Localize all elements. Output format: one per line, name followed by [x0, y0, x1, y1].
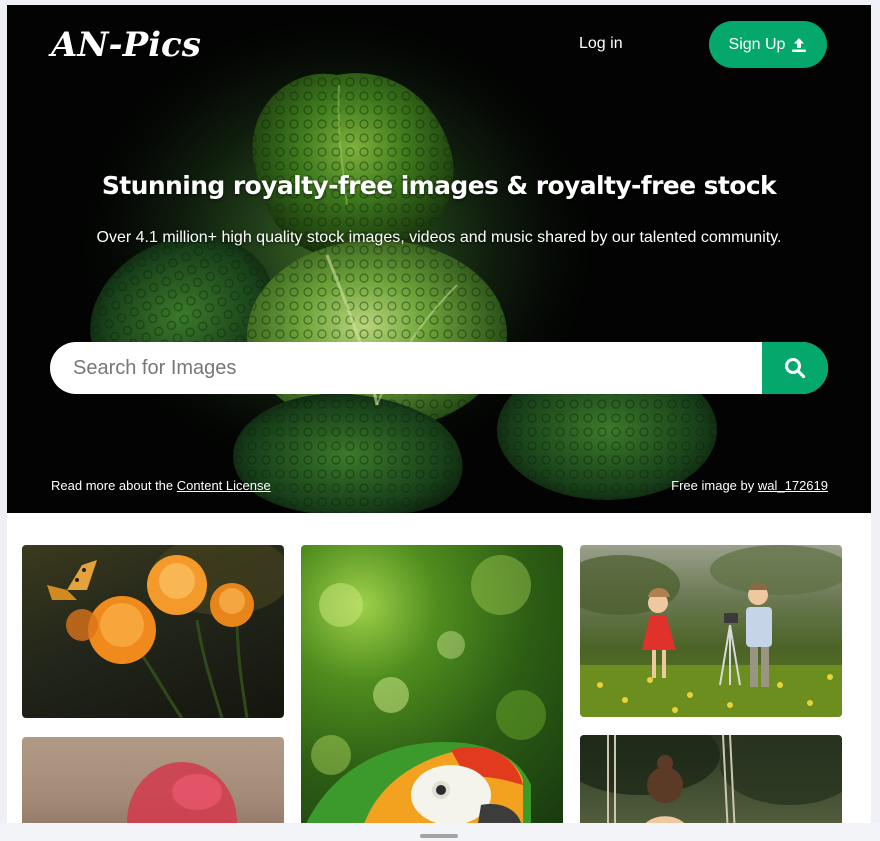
credit-user-link[interactable]: wal_172619 [758, 478, 828, 493]
signup-button-label: Sign Up [728, 35, 786, 53]
credit-prefix: Free image by [671, 478, 755, 493]
bottom-bar [0, 823, 880, 841]
hero-title: Stunning royalty-free images & royalty-f… [101, 171, 777, 200]
content-license-link[interactable]: Content License [177, 478, 271, 493]
hero-banner: AN-Pics Log in Sign Up Stunning royalty-… [7, 5, 871, 513]
upload-icon [791, 37, 807, 53]
gallery-image-parrot[interactable] [301, 545, 563, 835]
search-button[interactable] [762, 342, 828, 394]
drag-handle[interactable] [420, 834, 458, 838]
license-prefix: Read more about the [51, 478, 174, 493]
gallery-image-children-camera[interactable] [580, 545, 842, 717]
gallery-image-girl-swing[interactable] [580, 735, 842, 835]
login-link[interactable]: Log in [579, 35, 623, 53]
gallery-image-flowers-butterfly[interactable] [22, 545, 284, 718]
search-bar [50, 342, 828, 394]
search-icon [785, 358, 806, 379]
brand-logo[interactable]: AN-Pics [51, 25, 201, 65]
hero-subtitle: Over 4.1 million+ high quality stock ima… [96, 229, 782, 246]
signup-button[interactable]: Sign Up [709, 21, 827, 68]
license-note: Read more about the Content License [51, 478, 271, 493]
gallery-image-blurred-red[interactable] [22, 737, 284, 837]
hero-background-image [90, 73, 717, 513]
search-input[interactable] [50, 342, 762, 394]
image-credit: Free image by wal_172619 [671, 478, 828, 493]
